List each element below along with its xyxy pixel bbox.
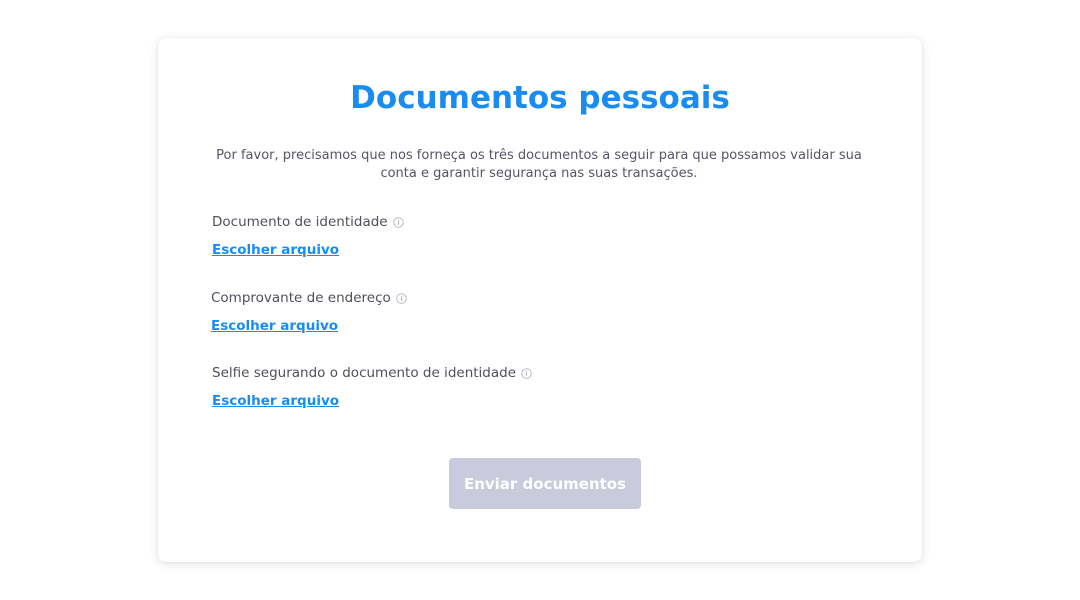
field-label: Selfie segurando o documento de identida… [212,365,517,381]
choose-file-address-link[interactable]: Escolher arquivo [211,317,338,335]
field-proof-of-address: Comprovante de endereço Escolher arquivo [211,289,407,335]
field-identity-document: Documento de identidade Escolher arquivo [212,213,404,259]
info-circle-icon [396,292,407,304]
field-label: Comprovante de endereço [211,290,391,306]
field-selfie-with-document: Selfie segurando o documento de identida… [212,364,532,410]
info-circle-icon [521,367,532,379]
page-title: Documentos pessoais [350,80,730,116]
send-documents-button[interactable]: Enviar documentos [449,458,641,509]
choose-file-identity-link[interactable]: Escolher arquivo [212,241,339,259]
info-circle-icon [392,216,404,228]
field-label: Documento de identidade [212,214,388,230]
choose-file-selfie-link[interactable]: Escolher arquivo [212,392,339,410]
intro-text: Por favor, precisamos que nos forneça os… [216,148,862,181]
